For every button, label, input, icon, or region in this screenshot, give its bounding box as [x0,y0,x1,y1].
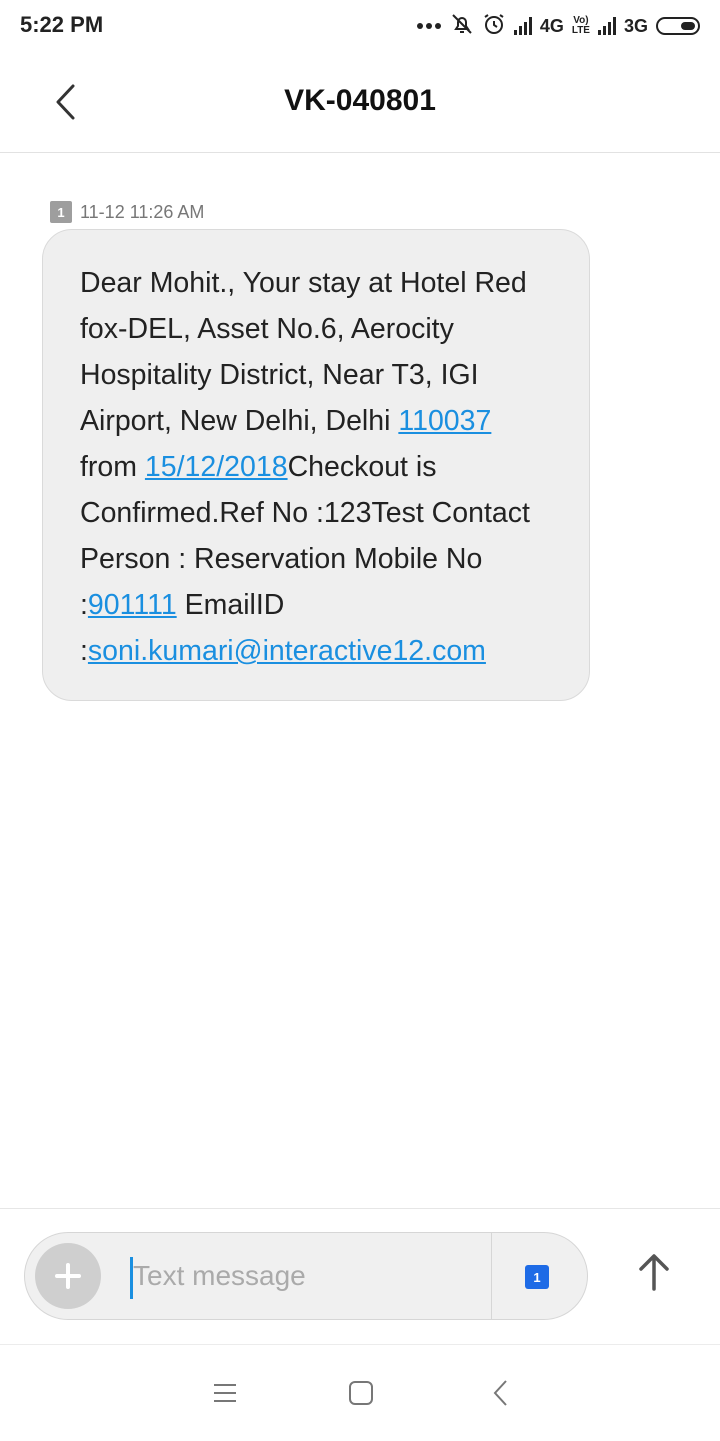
message-bubble[interactable]: Dear Mohit., Your stay at Hotel Red fox-… [42,229,590,701]
notifications-off-icon [450,12,474,41]
menu-icon [214,1384,236,1402]
signal-icon [513,17,532,35]
email-link[interactable]: soni.kumari@interactive12.com [88,635,486,667]
battery-icon [656,17,700,35]
pin-code-link[interactable]: 110037 [398,405,491,437]
composer: 1 [24,1232,588,1320]
add-attachment-button[interactable] [35,1243,101,1309]
lte-label: Vo) LTE [571,15,590,36]
status-icons: 4G Vo) LTE 3G [416,10,700,42]
status-time: 5:22 PM [20,12,104,37]
message-timestamp: 11-12 11:26 AM [80,201,205,222]
arrow-up-icon [639,1254,669,1291]
date-link[interactable]: 15/12/2018 [145,451,288,483]
composer-divider [0,1208,720,1209]
message-meta: 1 11-12 11:26 AM [50,200,204,224]
home-button[interactable] [341,1373,381,1413]
network-type-2: 3G [623,15,648,36]
signal-icon-2 [597,17,616,35]
page-title: VK-040801 [284,84,436,117]
alarm-icon [482,12,506,41]
composer-separator [491,1233,492,1319]
phone-link[interactable]: 901111 [88,589,177,621]
navigation-bar [0,1344,720,1441]
more-dots-icon [416,17,442,35]
network-type-1: 4G [539,15,564,36]
sim-select-button[interactable]: 1 [525,1265,549,1289]
menu-button[interactable] [205,1373,245,1413]
message-text: from [80,451,145,483]
sim-badge: 1 [50,201,72,223]
conversation-header: VK-040801 [0,52,720,153]
send-button[interactable] [626,1244,682,1300]
back-icon [493,1380,507,1406]
text-message-input[interactable] [131,1253,483,1299]
home-square-icon [349,1381,373,1405]
status-bar: 5:22 PM 4G Vo) LTE 3G [0,0,720,52]
nav-back-button[interactable] [480,1373,520,1413]
